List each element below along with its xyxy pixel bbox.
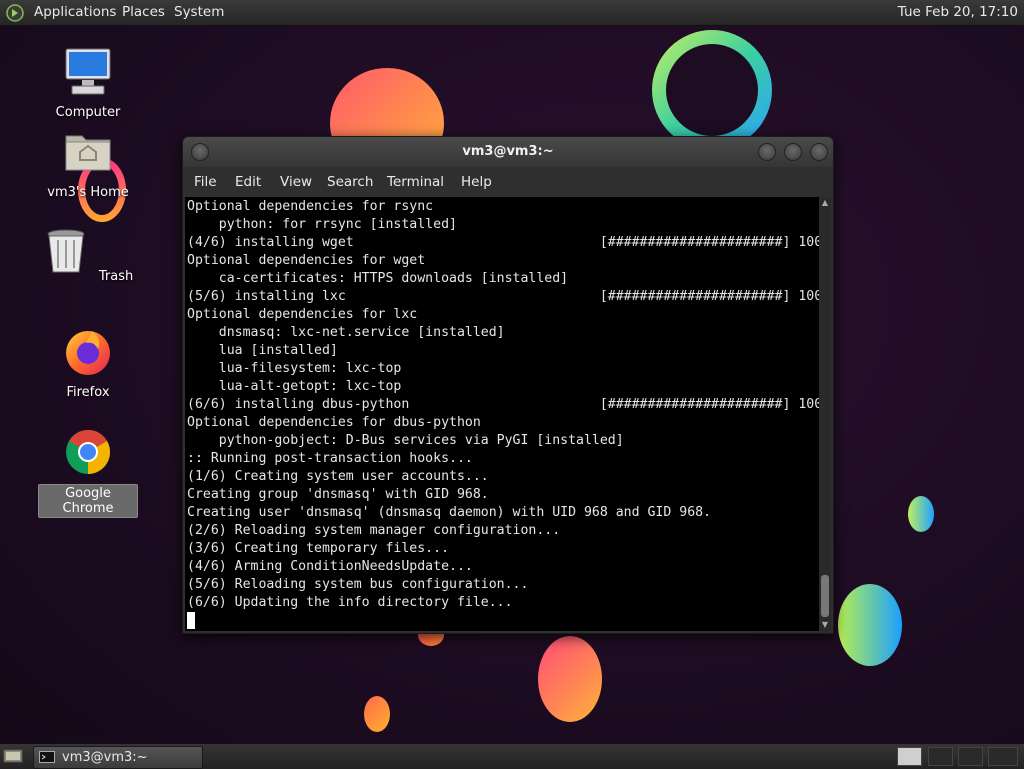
desktop-icon-chrome[interactable]: Google Chrome [38,426,138,518]
terminal-line: Optional dependencies for dbus-python [187,415,481,430]
terminal-line: (5/6) installing lxc [##################… [187,289,819,304]
terminal-line: dnsmasq: lxc-net.service [installed] [187,325,505,340]
terminal-line: (1/6) Creating system user accounts... [187,469,489,484]
menu-view[interactable]: View [278,167,314,197]
window-titlebar[interactable]: vm3@vm3:~ [183,137,833,167]
firefox-icon [66,331,110,375]
terminal-line: python-gobject: D-Bus services via PyGI … [187,433,624,448]
taskbar-item-terminal[interactable]: vm3@vm3:~ [33,746,203,769]
menu-terminal[interactable]: Terminal [385,167,446,197]
desktop-icon-label: Trash [98,269,134,284]
desktop-icon-firefox[interactable]: Firefox [38,326,138,401]
terminal-line: lua [installed] [187,343,338,358]
bottom-panel: vm3@vm3:~ [0,743,1024,769]
desktop-icon-computer[interactable]: Computer [38,46,138,121]
menu-system[interactable]: System [174,0,224,25]
terminal-line: (6/6) Updating the info directory file..… [187,595,513,610]
terminal-line: Creating user 'dnsmasq' (dnsmasq daemon)… [187,505,712,520]
menu-applications[interactable]: Applications [34,0,116,25]
scroll-down-arrow-icon[interactable]: ▼ [819,619,831,631]
terminal-menubar: File Edit View Search Terminal Help [183,167,833,197]
wallpaper-bottom-orb [538,636,602,722]
terminal-line: Creating group 'dnsmasq' with GID 968. [187,487,489,502]
desktop-icon-label: Google Chrome [38,484,138,518]
trash-icon [47,229,85,273]
show-desktop-icon[interactable] [3,748,23,764]
terminal-line: (2/6) Reloading system manager configura… [187,523,561,538]
terminal-line: (5/6) Reloading system bus configuration… [187,577,529,592]
window-title: vm3@vm3:~ [462,144,554,159]
computer-icon [65,48,111,95]
terminal-line: lua-alt-getopt: lxc-top [187,379,402,394]
desktop-icon-label: Firefox [66,385,110,400]
desktop-icon-label: Computer [55,105,121,120]
desktop-icon-home[interactable]: vm3's Home [38,126,138,201]
menu-edit[interactable]: Edit [233,167,263,197]
wallpaper-green-orb [838,584,902,666]
desktop-icon-trash[interactable]: Trash [38,226,138,285]
terminal-line: (4/6) Arming ConditionNeedsUpdate... [187,559,473,574]
workspace-1[interactable] [897,747,922,766]
clock[interactable]: Tue Feb 20, 17:10 [898,0,1018,25]
close-button[interactable] [810,143,828,161]
terminal-line: Optional dependencies for rsync [187,199,434,214]
terminal-line: :: Running post-transaction hooks... [187,451,473,466]
taskbar-item-label: vm3@vm3:~ [62,750,148,765]
menu-file[interactable]: File [192,167,219,197]
mate-logo-icon[interactable] [6,4,24,22]
terminal-output[interactable]: Optional dependencies for rsync python: … [185,197,819,631]
terminal-line: python: for rrsync [installed] [187,217,457,232]
minimize-button[interactable] [758,143,776,161]
window-menu-button[interactable] [191,143,209,161]
wallpaper-small-orb [908,496,934,532]
menu-search[interactable]: Search [325,167,375,197]
workspace-3[interactable] [958,747,983,766]
terminal-icon [39,751,55,763]
terminal-line: Optional dependencies for wget [187,253,426,268]
terminal-scrollbar[interactable]: ▲ ▼ [819,197,831,631]
wallpaper-tiny-orb [364,696,390,732]
chrome-icon [66,430,110,474]
desktop-icon-label: vm3's Home [47,185,129,200]
terminal-line: (4/6) installing wget [#################… [187,235,819,250]
terminal-cursor [187,612,195,629]
home-folder-icon [65,135,111,171]
terminal-line: Optional dependencies for lxc [187,307,418,322]
workspace-2[interactable] [928,747,953,766]
terminal-line: lua-filesystem: lxc-top [187,361,402,376]
scroll-up-arrow-icon[interactable]: ▲ [819,197,831,209]
terminal-line: (6/6) installing dbus-python [##########… [187,397,819,412]
terminal-window[interactable]: vm3@vm3:~ File Edit View Search Terminal… [182,136,834,634]
menu-help[interactable]: Help [459,167,494,197]
terminal-line: ca-certificates: HTTPS downloads [instal… [187,271,569,286]
menu-places[interactable]: Places [122,0,165,25]
maximize-button[interactable] [784,143,802,161]
scrollbar-thumb[interactable] [821,575,829,617]
wallpaper-ring [652,30,772,150]
top-panel: Applications Places System Tue Feb 20, 1… [0,0,1024,26]
terminal-line: (3/6) Creating temporary files... [187,541,450,556]
workspace-4[interactable] [988,747,1018,766]
